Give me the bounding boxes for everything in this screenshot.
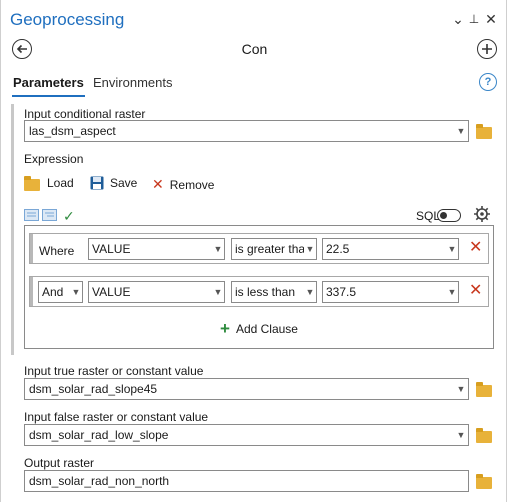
output-raster-label: Output raster bbox=[24, 456, 95, 470]
chevron-down-icon: ▼ bbox=[447, 244, 457, 254]
false-raster-label: Input false raster or constant value bbox=[24, 410, 209, 424]
value-value: 337.5 bbox=[326, 285, 357, 299]
output-raster-value: dsm_solar_rad_non_north bbox=[29, 474, 170, 488]
value-select[interactable]: 22.5 ▼ bbox=[322, 238, 459, 260]
clause-row: And ▼ VALUE ▼ is less than ▼ 337.5 ▼ ✕ bbox=[29, 276, 489, 307]
operator-select[interactable]: is greater tha ▼ bbox=[231, 238, 317, 260]
tab-parameters[interactable]: Parameters bbox=[13, 74, 84, 92]
back-arrow-icon bbox=[16, 44, 27, 54]
output-raster-field[interactable]: dsm_solar_rad_non_north bbox=[24, 470, 469, 492]
plus-icon bbox=[482, 44, 492, 54]
sql-toggle[interactable] bbox=[437, 209, 461, 222]
chevron-down-icon[interactable]: ▼ bbox=[454, 384, 468, 394]
add-plus-icon: + bbox=[220, 319, 230, 338]
field-value: VALUE bbox=[92, 285, 131, 299]
clause-mode-icon[interactable] bbox=[24, 209, 39, 224]
save-label: Save bbox=[110, 176, 138, 190]
remove-button[interactable]: ✕ Remove bbox=[152, 176, 214, 193]
expression-label: Expression bbox=[24, 152, 84, 166]
required-params-indicator bbox=[11, 104, 14, 355]
chevron-down-icon: ▼ bbox=[305, 287, 315, 297]
field-select[interactable]: VALUE ▼ bbox=[88, 281, 225, 303]
browse-folder-icon[interactable] bbox=[475, 474, 493, 490]
field-value: VALUE bbox=[92, 242, 131, 256]
load-label: Load bbox=[47, 176, 74, 190]
delete-clause-icon[interactable]: ✕ bbox=[469, 240, 482, 256]
remove-x-icon: ✕ bbox=[152, 176, 164, 192]
value-select[interactable]: 337.5 ▼ bbox=[322, 281, 459, 303]
true-raster-field[interactable]: dsm_solar_rad_slope45 ▼ bbox=[24, 378, 469, 400]
true-raster-label: Input true raster or constant value bbox=[24, 364, 204, 378]
pane-options-chevron-icon[interactable]: ⌄ bbox=[451, 10, 465, 28]
chevron-down-icon[interactable]: ▼ bbox=[454, 430, 468, 440]
tool-title: Con bbox=[241, 41, 268, 57]
active-tab-indicator bbox=[12, 95, 85, 97]
field-select[interactable]: VALUE ▼ bbox=[88, 238, 225, 260]
chevron-down-icon: ▼ bbox=[213, 287, 223, 297]
chevron-down-icon: ▼ bbox=[71, 287, 81, 297]
connector-value: And bbox=[42, 285, 64, 299]
value-value: 22.5 bbox=[326, 242, 350, 256]
connector-select[interactable]: And ▼ bbox=[38, 281, 83, 303]
close-icon[interactable]: ✕ bbox=[483, 10, 499, 28]
remove-label: Remove bbox=[169, 177, 215, 192]
input-conditional-raster-field[interactable]: las_dsm_aspect ▼ bbox=[24, 120, 469, 142]
browse-folder-icon[interactable] bbox=[475, 382, 493, 398]
add-tool-button[interactable] bbox=[477, 39, 497, 59]
floppy-disk-icon bbox=[90, 176, 104, 190]
false-raster-value: dsm_solar_rad_low_slope bbox=[29, 428, 169, 442]
chevron-down-icon: ▼ bbox=[305, 244, 315, 254]
operator-select[interactable]: is less than ▼ bbox=[231, 281, 317, 303]
browse-folder-icon[interactable] bbox=[475, 124, 493, 140]
input-conditional-raster-label: Input conditional raster bbox=[24, 107, 146, 121]
verify-checkmark-icon[interactable]: ✓ bbox=[63, 208, 75, 225]
true-raster-value: dsm_solar_rad_slope45 bbox=[29, 382, 158, 396]
add-clause-label: Add Clause bbox=[235, 322, 298, 336]
delete-clause-icon[interactable]: ✕ bbox=[469, 283, 482, 299]
expression-builder: Where VALUE ▼ is greater tha ▼ 22.5 ▼ ✕ … bbox=[24, 225, 494, 349]
help-icon[interactable]: ? bbox=[479, 73, 497, 91]
operator-value: is greater tha bbox=[235, 242, 304, 256]
gear-icon[interactable] bbox=[473, 205, 491, 226]
pin-icon[interactable]: ⊥ bbox=[467, 10, 481, 28]
tab-environments[interactable]: Environments bbox=[93, 74, 172, 92]
clause-row: Where VALUE ▼ is greater tha ▼ 22.5 ▼ ✕ bbox=[29, 233, 489, 264]
operator-value: is less than bbox=[235, 285, 296, 299]
chevron-down-icon: ▼ bbox=[213, 244, 223, 254]
toggle-knob bbox=[440, 211, 447, 219]
false-raster-field[interactable]: dsm_solar_rad_low_slope ▼ bbox=[24, 424, 469, 446]
load-button[interactable]: Load bbox=[24, 176, 74, 191]
add-clause-button[interactable]: + Add Clause bbox=[220, 319, 298, 338]
open-folder-icon bbox=[24, 176, 42, 191]
where-label: Where bbox=[39, 244, 75, 258]
save-button[interactable]: Save bbox=[90, 176, 137, 190]
drag-handle[interactable] bbox=[30, 234, 33, 263]
chevron-down-icon: ▼ bbox=[447, 287, 457, 297]
drag-handle[interactable] bbox=[30, 277, 33, 306]
pane-title: Geoprocessing bbox=[10, 10, 125, 29]
clause-group-icon[interactable] bbox=[42, 209, 57, 224]
browse-folder-icon[interactable] bbox=[475, 428, 493, 444]
chevron-down-icon[interactable]: ▼ bbox=[454, 126, 468, 136]
back-button[interactable] bbox=[12, 39, 32, 59]
input-conditional-raster-value: las_dsm_aspect bbox=[29, 124, 116, 138]
